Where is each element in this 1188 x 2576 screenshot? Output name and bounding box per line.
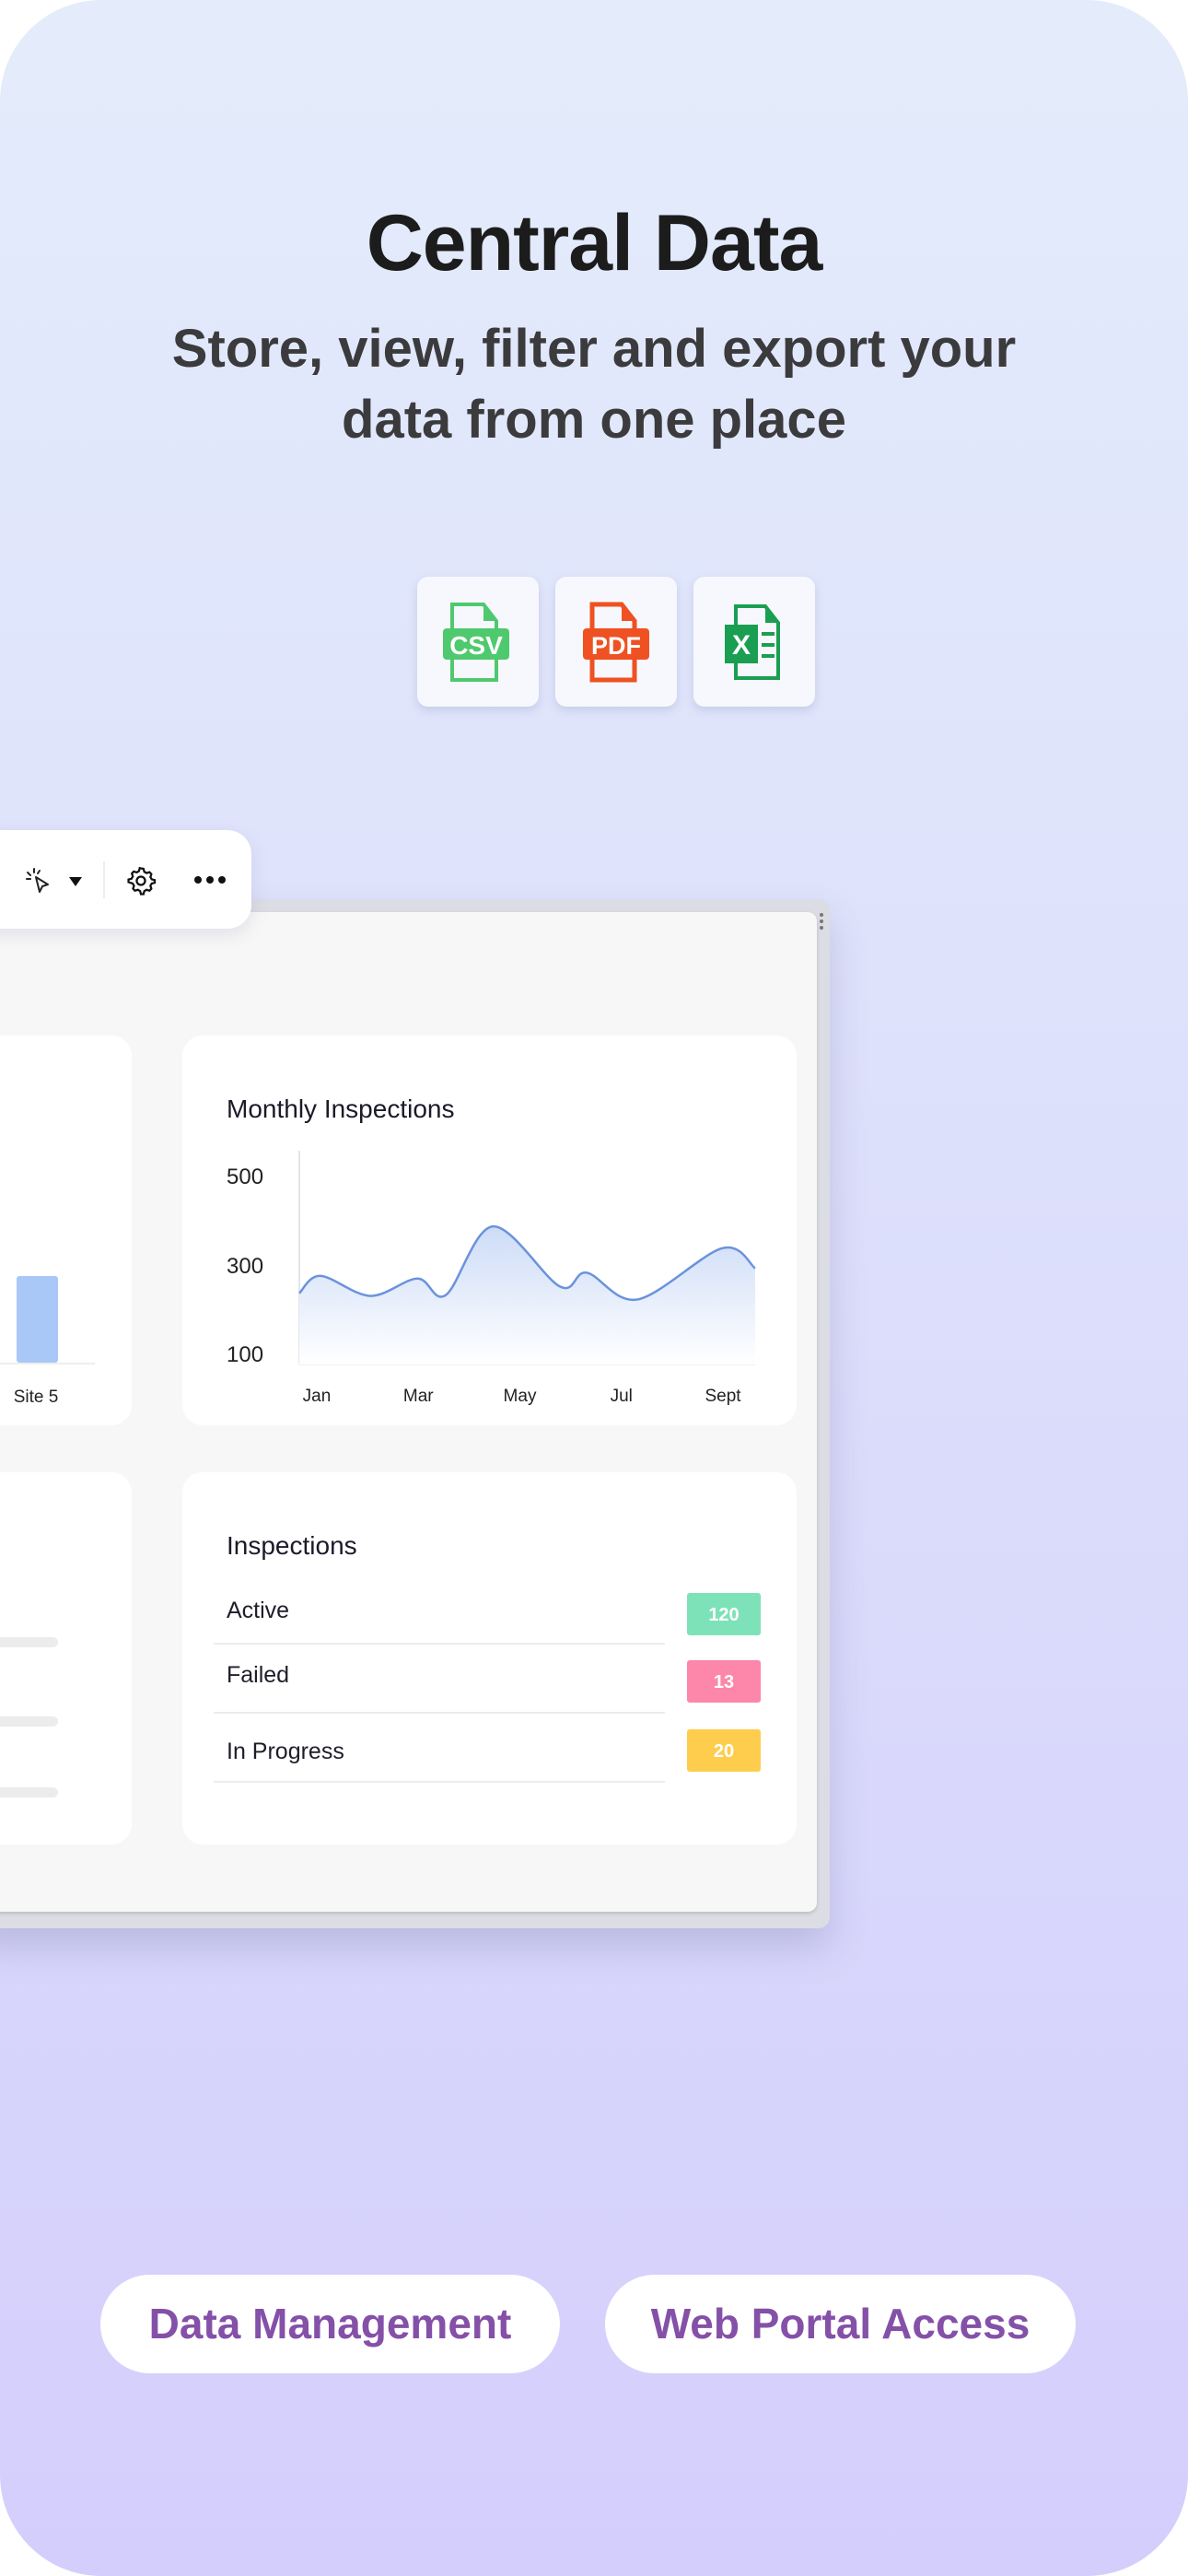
row-in-progress-label[interactable]: In Progress [227, 1739, 344, 1765]
placeholder-bar [0, 1716, 58, 1727]
placeholder-bar [0, 1787, 58, 1797]
inspections-card [182, 1472, 797, 1844]
row-divider [214, 1781, 665, 1783]
row-failed-label[interactable]: Failed [227, 1662, 289, 1689]
tag-web-portal-access: Web Portal Access [605, 2275, 1076, 2373]
tag-data-management: Data Management [100, 2275, 560, 2373]
active-count-badge: 120 [687, 1593, 761, 1635]
in-progress-count-badge: 20 [687, 1729, 761, 1772]
row-divider [214, 1643, 665, 1645]
inspections-title: Inspections [227, 1531, 357, 1560]
failed-count-badge: 13 [687, 1660, 761, 1703]
screen: Central Data Store, view, filter and exp… [0, 0, 1188, 2576]
row-active-label[interactable]: Active [227, 1598, 289, 1624]
monthly-inspections-chart [298, 1151, 756, 1365]
row-divider [214, 1712, 665, 1714]
placeholder-bar [0, 1637, 58, 1647]
